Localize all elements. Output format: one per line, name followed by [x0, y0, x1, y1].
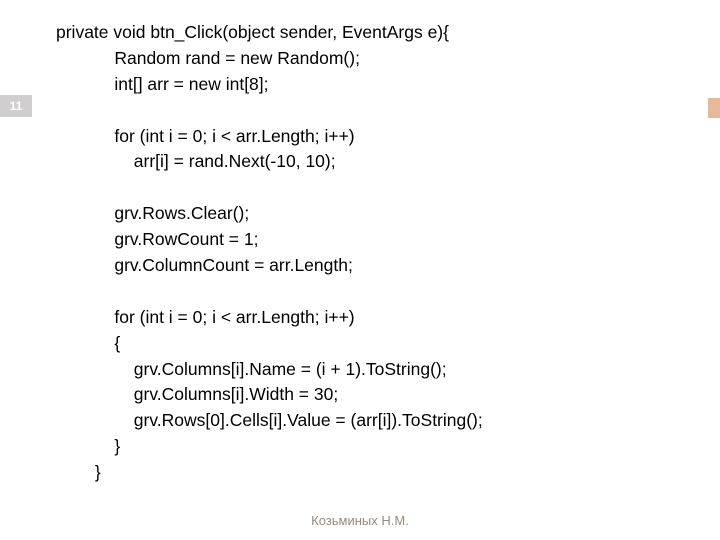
code-line: Random rand = new Random();: [56, 48, 360, 68]
code-line: for (int i = 0; i < arr.Length; i++): [56, 126, 355, 146]
code-line: private void btn_Click(object sender, Ev…: [56, 22, 449, 42]
code-line: grv.Columns[i].Width = 30;: [56, 384, 338, 404]
code-line: int[] arr = new int[8];: [56, 74, 269, 94]
page-number-badge: 11: [0, 95, 32, 117]
code-line: arr[i] = rand.Next(-10, 10);: [56, 151, 336, 171]
code-line: grv.ColumnCount = arr.Length;: [56, 255, 353, 275]
code-line: grv.RowCount = 1;: [56, 229, 258, 249]
code-line: }: [56, 436, 120, 456]
code-line: grv.Rows[0].Cells[i].Value = (arr[i]).To…: [56, 410, 483, 430]
code-block: private void btn_Click(object sender, Ev…: [56, 20, 483, 486]
code-line: grv.Rows.Clear();: [56, 203, 249, 223]
code-line: grv.Columns[i].Name = (i + 1).ToString()…: [56, 359, 447, 379]
code-line: for (int i = 0; i < arr.Length; i++): [56, 307, 355, 327]
footer-author: Козьминых Н.М.: [0, 513, 720, 528]
code-line: }: [56, 462, 101, 482]
side-decorator: [708, 98, 720, 118]
code-line: {: [56, 333, 120, 353]
